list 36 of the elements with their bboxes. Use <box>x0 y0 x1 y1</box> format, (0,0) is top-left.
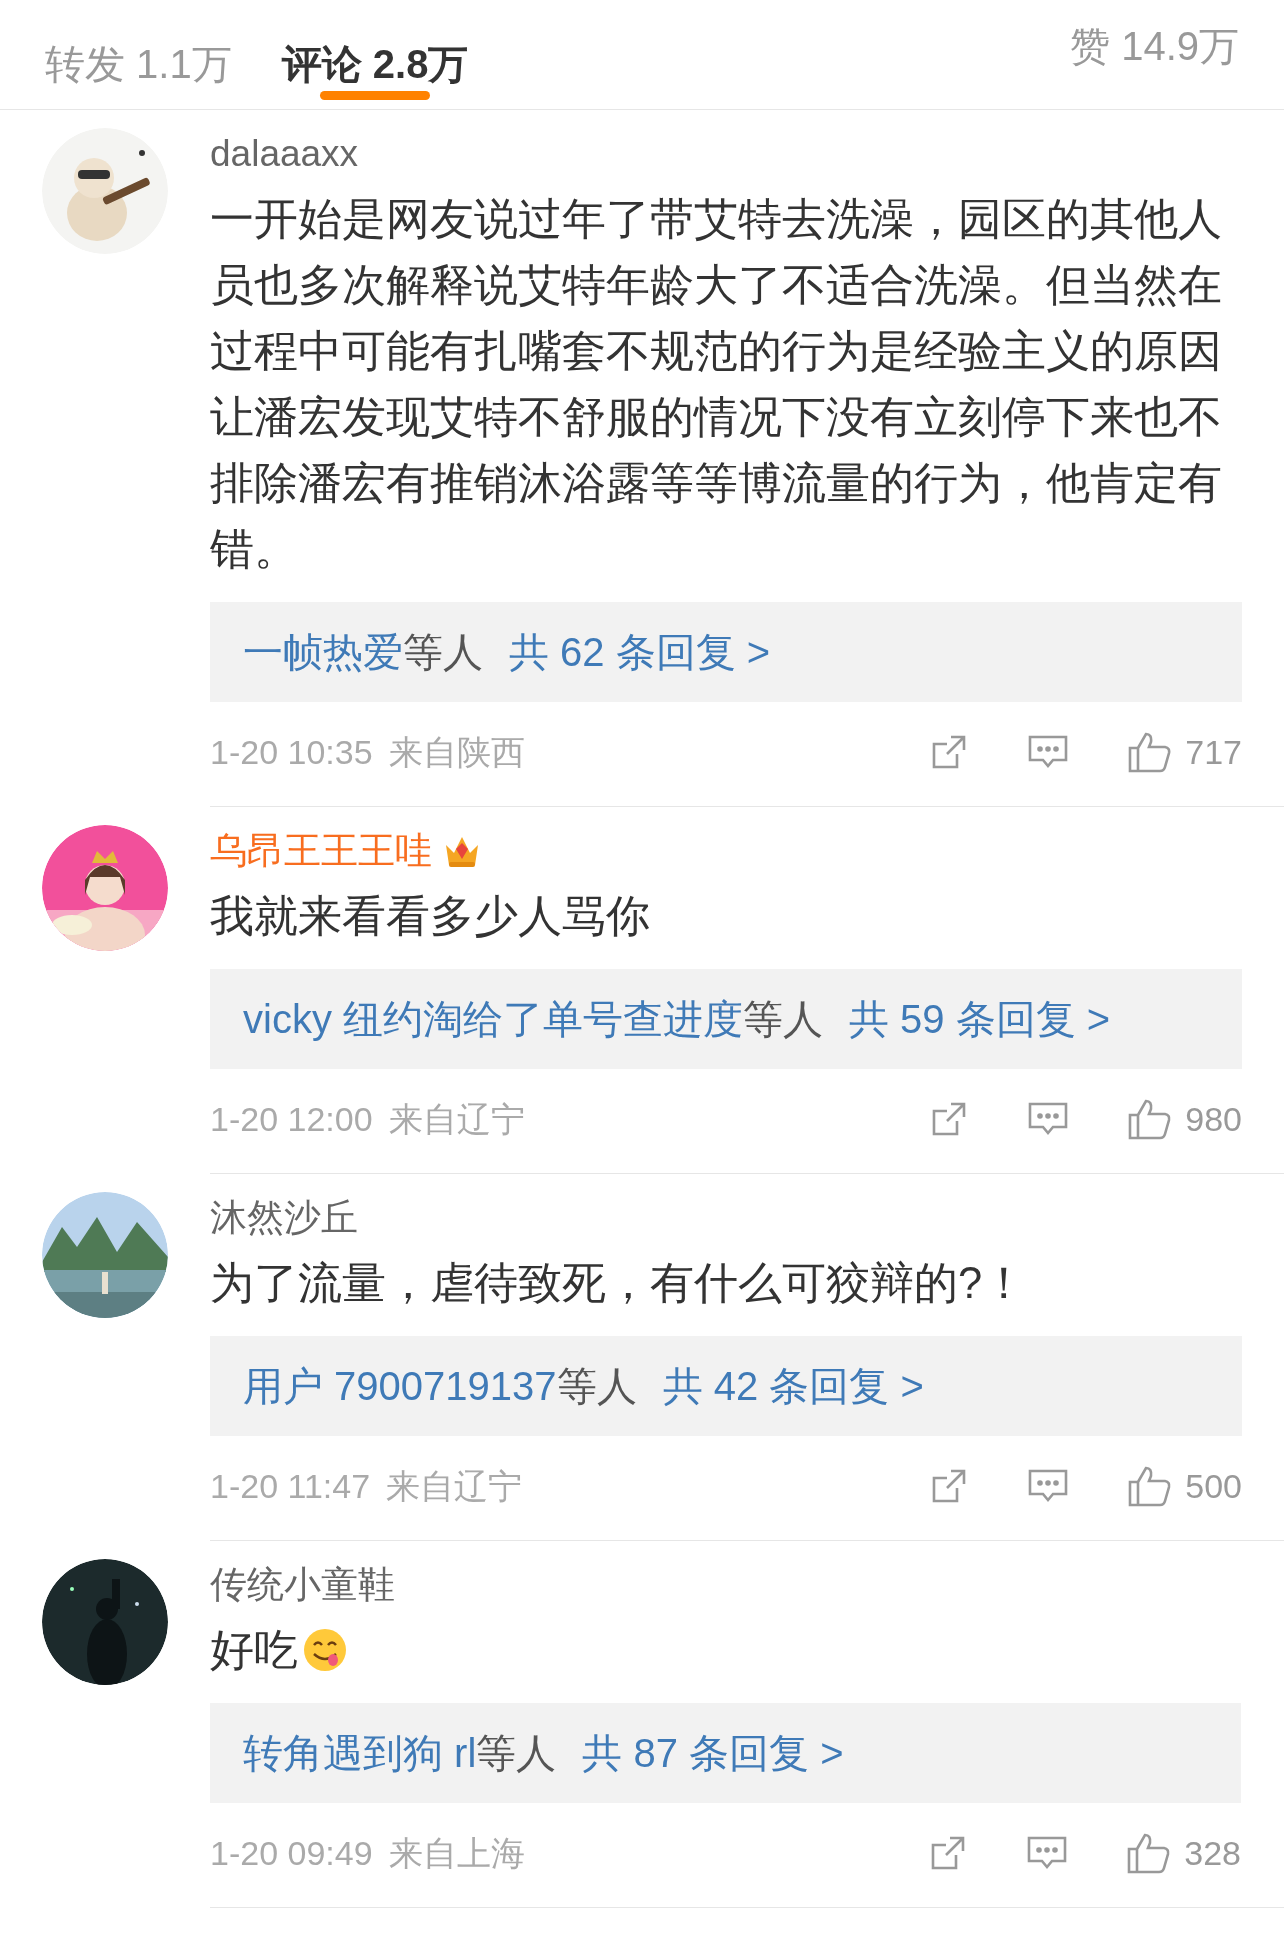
like-count: 980 <box>1185 1098 1242 1140</box>
others-label: 等人 <box>403 629 483 676</box>
reply-users-link[interactable]: vicky 纽约淘给了单号查进度 <box>243 989 743 1049</box>
timestamp: 1-20 12:00 <box>210 1098 373 1140</box>
timestamp: 1-20 11:47 <box>210 1465 371 1507</box>
location: 来自辽宁 <box>386 1465 523 1507</box>
location: 来自辽宁 <box>388 1098 525 1140</box>
comment-text: 好吃 <box>210 1625 298 1676</box>
others-label: 等人 <box>556 1363 637 1410</box>
reply-count-link[interactable]: 共 59 条回复 > <box>849 989 1111 1049</box>
likes-tab[interactable]: 赞 14.9万 <box>1070 18 1239 74</box>
reply-users-link[interactable]: 转角遇到狗 rl <box>243 1723 477 1783</box>
user-name[interactable]: 乌昂王王王哇 <box>210 823 432 879</box>
like-count: 328 <box>1184 1832 1241 1874</box>
location: 来自陕西 <box>388 731 525 773</box>
reply-count-link[interactable]: 共 87 条回复 > <box>582 1723 844 1783</box>
timestamp: 1-20 10:35 <box>210 731 373 773</box>
comment-text: 一开始是网友说过年了带艾特去洗澡，园区的其他人员也多次解释说艾特年龄大了不适合洗澡。但当然在过程中可能有扎嘴套不规范的行为是经验主义的原因让潘宏发现艾特不舒服的情况下没有立刻停下来也不排除潘宏有推销沐浴露等等博流量的行为，他肯定有错。 <box>210 194 1223 575</box>
tab[interactable]: 转发 1.1万 <box>45 2 232 110</box>
timestamp: 1-20 09:49 <box>210 1832 373 1874</box>
reply-users-link[interactable]: 用户 7900719137 <box>243 1356 557 1416</box>
user-name[interactable]: 沐然沙丘 <box>210 1190 358 1246</box>
like-count: 717 <box>1185 731 1242 773</box>
reply-users-link[interactable]: 一帧热爱 <box>243 622 403 682</box>
location: 来自上海 <box>388 1832 525 1874</box>
reply-count-link[interactable]: 共 42 条回复 > <box>662 1356 924 1416</box>
tab[interactable]: 评论 2.8万 <box>281 2 469 110</box>
reply-count-link[interactable]: 共 62 条回复 > <box>509 622 771 682</box>
others-label: 等人 <box>476 1730 557 1777</box>
like-count: 500 <box>1185 1465 1242 1507</box>
comment-text: 为了流量，虐待致死，有什么可狡辩的?！ <box>210 1258 1028 1309</box>
others-label: 等人 <box>743 996 823 1043</box>
comment-text: 我就来看看多少人骂你 <box>210 891 651 942</box>
user-name[interactable]: 传统小童鞋 <box>210 1557 395 1613</box>
user-name[interactable]: dalaaaxx <box>210 126 359 182</box>
smiley-icon <box>302 1627 348 1673</box>
